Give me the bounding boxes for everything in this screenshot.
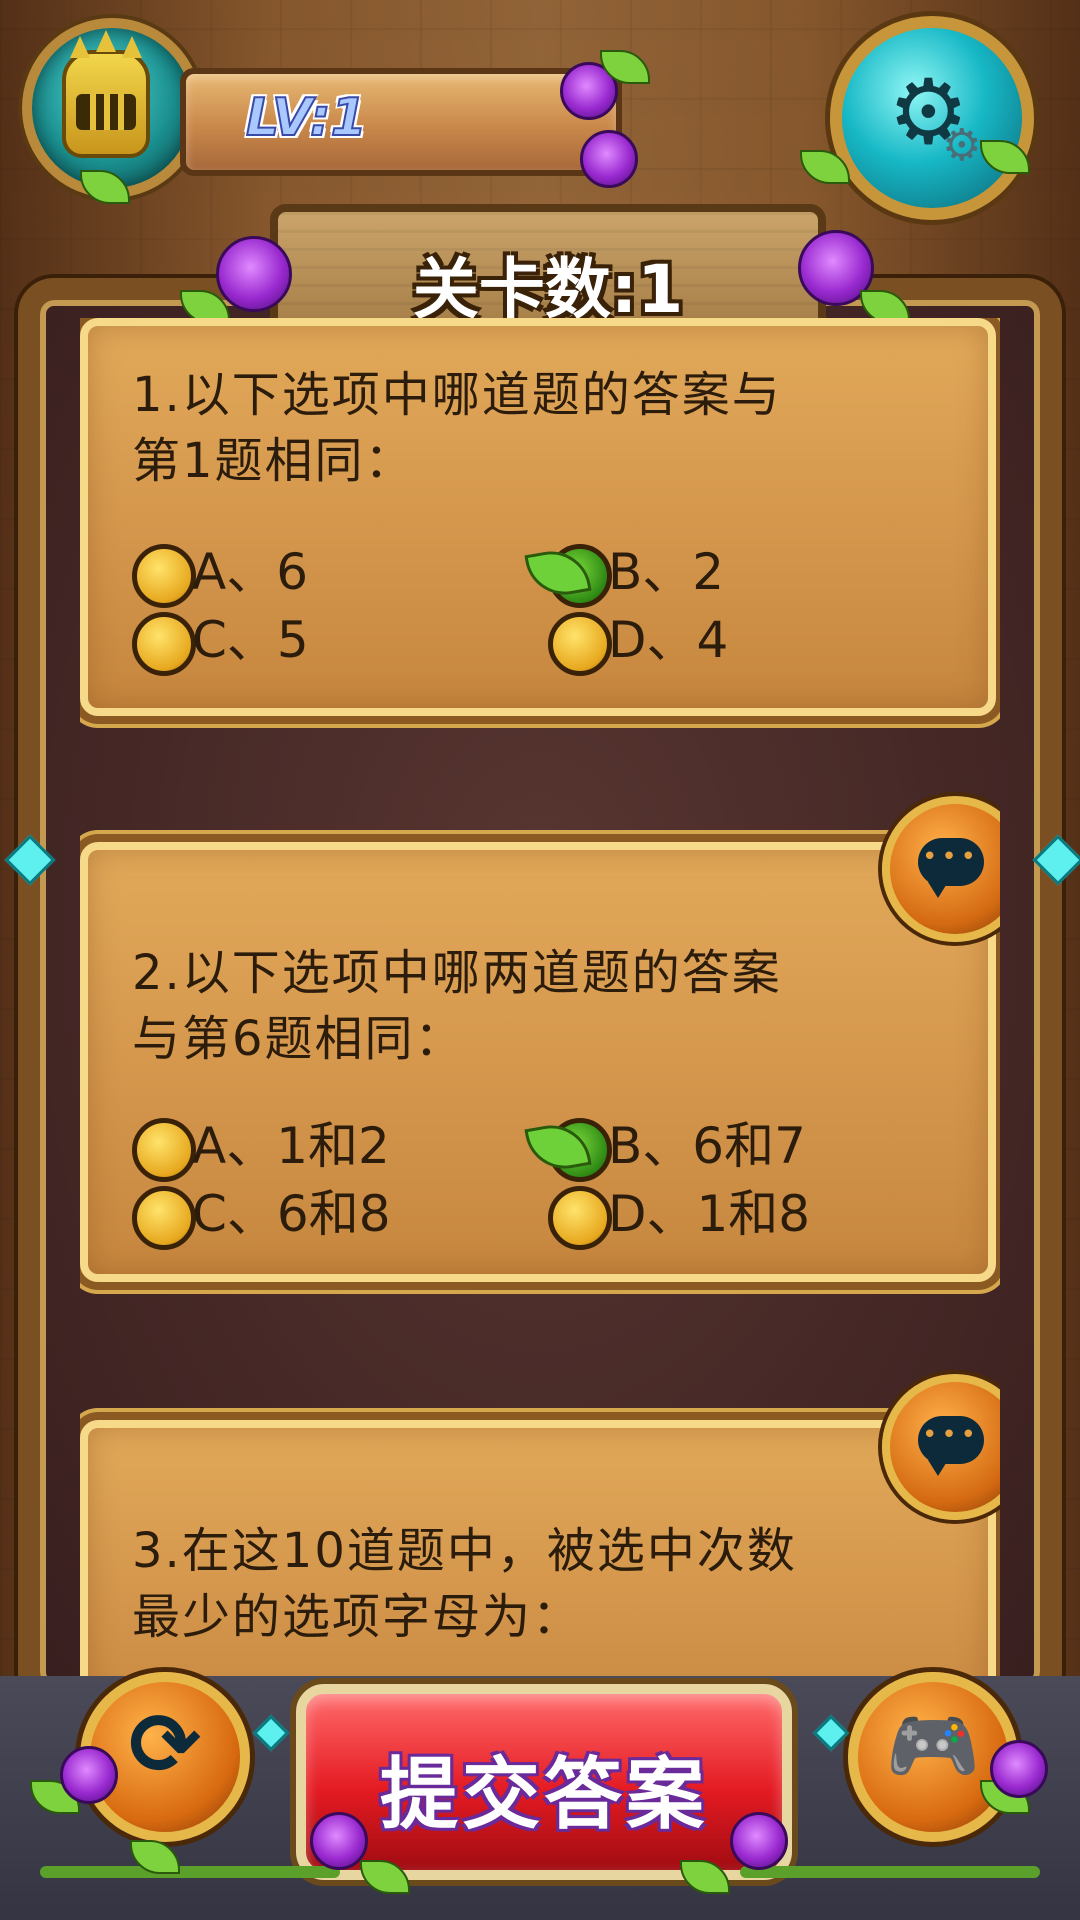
question-card-2: 2.以下选项中哪两道题的答案 与第6题相同： A、1和2 B、6和7 C、6和8…: [80, 842, 996, 1282]
radio-icon[interactable]: [132, 1118, 196, 1182]
rose-decoration: [580, 130, 638, 188]
question-text: 3.在这10道题中，被选中次数 最少的选项字母为：: [132, 1523, 797, 1645]
rose-decoration: [60, 1746, 118, 1804]
knight-helmet-icon: [62, 30, 150, 158]
vine-decoration: [40, 1866, 340, 1878]
radio-icon[interactable]: [132, 1186, 196, 1250]
level-bar: LV:1: [180, 68, 622, 176]
settings-button[interactable]: ⚙ ⚙: [830, 16, 1034, 220]
question-card-3: 3.在这10道题中，被选中次数 最少的选项字母为：: [80, 1420, 996, 1676]
chat-bubble-icon: •••: [918, 838, 984, 898]
question-card-1: 1.以下选项中哪道题的答案与 第1题相同： A、6 B、2 C、5 D、4: [80, 318, 996, 716]
question-text: 1.以下选项中哪道题的答案与 第1题相同：: [132, 367, 782, 489]
question-text: 2.以下选项中哪两道题的答案 与第6题相同：: [132, 945, 782, 1067]
radio-icon[interactable]: [132, 544, 196, 608]
rose-decoration: [730, 1812, 788, 1870]
gear-small-icon: ⚙: [942, 120, 982, 171]
radio-icon[interactable]: [548, 1186, 612, 1250]
player-avatar[interactable]: [22, 18, 202, 198]
radio-icon[interactable]: [132, 612, 196, 676]
submit-label: 提交答案: [379, 1750, 708, 1840]
rose-decoration: [990, 1740, 1048, 1798]
radio-icon[interactable]: [548, 612, 612, 676]
question-list[interactable]: 1.以下选项中哪道题的答案与 第1题相同： A、6 B、2 C、5 D、4 2.…: [80, 318, 1000, 1676]
vine-decoration: [740, 1866, 1040, 1878]
gamepad-icon: 🎮: [885, 1701, 981, 1790]
chat-bubble-icon: •••: [918, 1416, 984, 1476]
level-label: LV:1: [245, 87, 368, 149]
rose-decoration: [216, 236, 292, 312]
submit-answer-button[interactable]: 提交答案: [296, 1684, 792, 1880]
